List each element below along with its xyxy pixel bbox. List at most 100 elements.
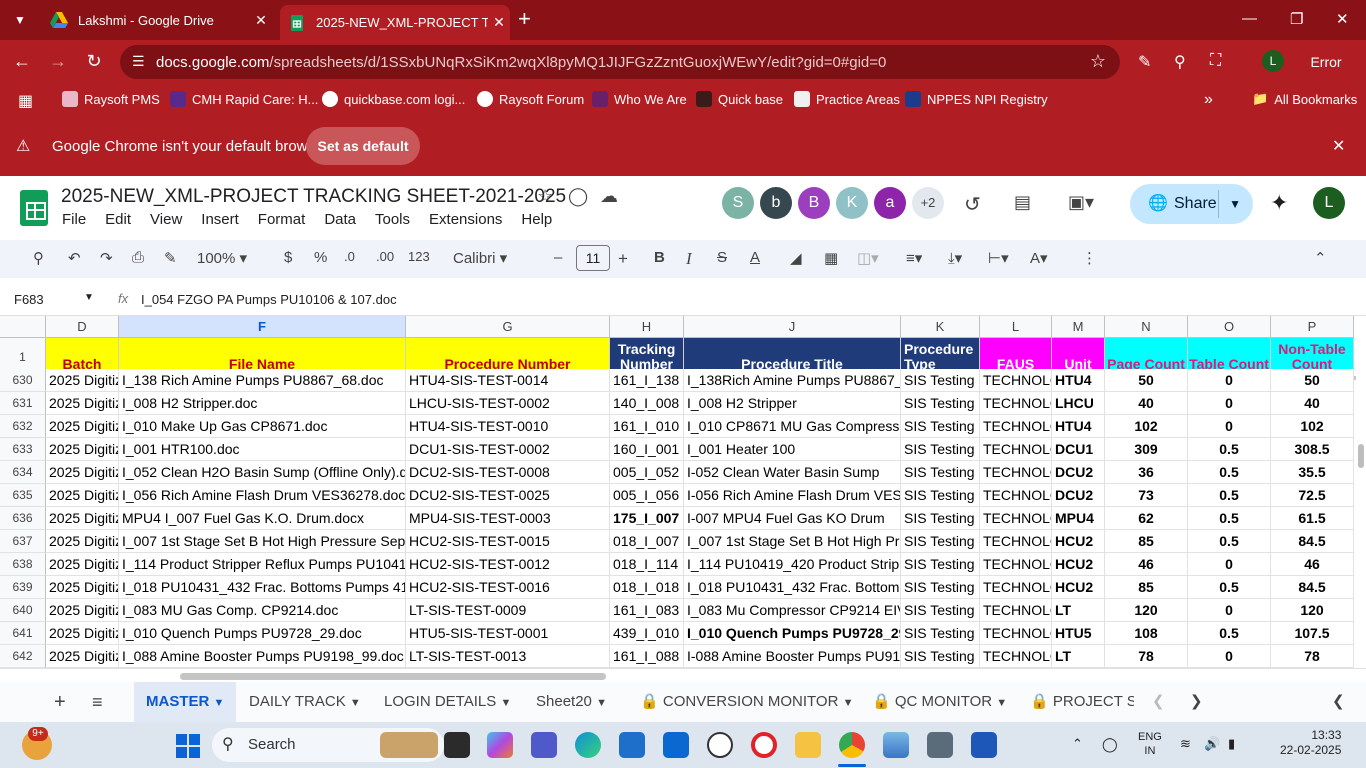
edge-icon[interactable] — [575, 732, 601, 758]
column-header-k[interactable]: K — [901, 316, 980, 338]
column-header-f[interactable]: F — [119, 316, 406, 338]
cell-track[interactable]: 439_I_010 — [610, 622, 684, 645]
row-header[interactable]: 638 — [0, 553, 46, 576]
cell-table[interactable]: 0.5 — [1188, 622, 1271, 645]
cell-faus[interactable]: TECHNOLO — [980, 645, 1052, 668]
close-tab-icon[interactable]: ✕ — [250, 12, 272, 29]
cell-pages[interactable]: 50 — [1105, 369, 1188, 392]
cell-table[interactable]: 0 — [1188, 369, 1271, 392]
cell-faus[interactable]: TECHNOLO — [980, 461, 1052, 484]
menu-insert[interactable]: Insert — [201, 211, 239, 228]
word-icon[interactable] — [971, 732, 997, 758]
collaborator-avatar[interactable]: B — [798, 187, 830, 219]
cell-proc[interactable]: DCU2-SIS-TEST-0008 — [406, 461, 610, 484]
cloud-status-icon[interactable]: ☁ — [600, 186, 618, 207]
cell-faus[interactable]: TECHNOLO — [980, 369, 1052, 392]
cell-pages[interactable]: 46 — [1105, 553, 1188, 576]
cell-title[interactable]: I_010 CP8671 MU Gas Compressor — [684, 415, 901, 438]
cell-table[interactable]: 0 — [1188, 553, 1271, 576]
cell-track[interactable]: 175_I_007 — [610, 507, 684, 530]
row-header[interactable]: 635 — [0, 484, 46, 507]
row-header[interactable]: 632 — [0, 415, 46, 438]
tab-search-button[interactable]: ▼ — [10, 10, 30, 30]
cell-title[interactable]: I_010 Quench Pumps PU9728_29 — [684, 622, 901, 645]
cell-table[interactable]: 0.5 — [1188, 576, 1271, 599]
paint-format-icon[interactable]: ✎ — [164, 249, 177, 267]
document-title[interactable]: 2025-NEW_XML-PROJECT TRACKING SHEET-2021… — [61, 186, 566, 208]
cell-file[interactable]: I_083 MU Gas Comp. CP9214.doc — [119, 599, 406, 622]
address-bar[interactable]: ☰ docs.google.com/spreadsheets/d/1SSxbUN… — [120, 45, 1120, 79]
cell-track[interactable]: 005_I_052 — [610, 461, 684, 484]
collaborator-avatar[interactable]: b — [760, 187, 792, 219]
new-tab-button[interactable]: + — [518, 8, 531, 30]
cell-type[interactable]: SIS Testing — [901, 576, 980, 599]
bookmark-star-icon[interactable]: ☆ — [1090, 51, 1106, 72]
menu-data[interactable]: Data — [324, 211, 356, 228]
close-tab-icon[interactable]: ✕ — [488, 14, 510, 31]
cell-file[interactable]: I_010 Quench Pumps PU9728_29.doc — [119, 622, 406, 645]
meet-icon[interactable]: ▣▾ — [1068, 192, 1094, 213]
cell-pages[interactable]: 108 — [1105, 622, 1188, 645]
cell-track[interactable]: 018_I_114 — [610, 553, 684, 576]
cell-file[interactable]: I_088 Amine Booster Pumps PU9198_99.doc — [119, 645, 406, 668]
weather-app-icon[interactable] — [883, 732, 909, 758]
vertical-scroll-thumb[interactable] — [1358, 444, 1364, 468]
cell-track[interactable]: 018_I_007 — [610, 530, 684, 553]
bookmark-item[interactable]: Quick base — [696, 91, 783, 107]
cell-unit[interactable]: DCU2 — [1052, 461, 1105, 484]
file-explorer-icon[interactable] — [795, 732, 821, 758]
cell-proc[interactable]: HCU2-SIS-TEST-0012 — [406, 553, 610, 576]
cell-track[interactable]: 160_I_001 — [610, 438, 684, 461]
cell-file[interactable]: I_056 Rich Amine Flash Drum VES36278.doc — [119, 484, 406, 507]
print-icon[interactable]: ⎙ — [132, 249, 144, 266]
extensions-icon[interactable]: ⛶ — [1210, 52, 1221, 70]
menu-help[interactable]: Help — [521, 211, 552, 228]
cell-track[interactable]: 161_I_088 — [610, 645, 684, 668]
cell-track[interactable]: 018_I_018 — [610, 576, 684, 599]
menu-file[interactable]: File — [62, 211, 86, 228]
collaborator-avatar[interactable]: S — [722, 187, 754, 219]
bookmark-item[interactable]: NPPES NPI Registry — [905, 91, 1048, 107]
cell-faus[interactable]: TECHNOLO — [980, 553, 1052, 576]
cell-pages[interactable]: 85 — [1105, 576, 1188, 599]
cell-type[interactable]: SIS Testing — [901, 645, 980, 668]
cell-unit[interactable]: LT — [1052, 645, 1105, 668]
all-sheets-icon[interactable]: ≡ — [92, 682, 103, 722]
close-infobar-icon[interactable]: ✕ — [1332, 136, 1345, 156]
cell-proc[interactable]: MPU4-SIS-TEST-0003 — [406, 507, 610, 530]
cell-type[interactable]: SIS Testing — [901, 369, 980, 392]
cell-nontable[interactable]: 84.5 — [1271, 576, 1354, 599]
zoom-select[interactable]: 100% ▾ — [197, 249, 247, 267]
spreadsheet-grid[interactable]: D F G H J K L M N O P 1 Batch File Name … — [0, 316, 1356, 668]
cell-proc[interactable]: HTU4-SIS-TEST-0014 — [406, 369, 610, 392]
row-header[interactable]: 640 — [0, 599, 46, 622]
bookmark-item[interactable]: Practice Areas — [794, 91, 900, 107]
increase-decimal-button[interactable]: .00 — [376, 249, 394, 264]
cell-faus[interactable]: TECHNOLO — [980, 622, 1052, 645]
cell-table[interactable]: 0 — [1188, 415, 1271, 438]
cell-batch[interactable]: 2025 Digitiz — [46, 438, 119, 461]
name-box[interactable]: F683 ▼ — [14, 292, 94, 307]
sheet-tab-qc-monitor[interactable]: 🔒 QC MONITOR ▼ — [872, 682, 1007, 722]
column-header-p[interactable]: P — [1271, 316, 1354, 338]
cell-table[interactable]: 0.5 — [1188, 461, 1271, 484]
teams-icon[interactable] — [531, 732, 557, 758]
decrease-font-size-icon[interactable]: – — [554, 249, 562, 266]
cell-batch[interactable]: 2025 Digitiz — [46, 530, 119, 553]
add-sheet-icon[interactable]: + — [54, 682, 66, 722]
cell-pages[interactable]: 73 — [1105, 484, 1188, 507]
cell-title[interactable]: I-052 Clean Water Basin Sump — [684, 461, 901, 484]
row-header[interactable]: 639 — [0, 576, 46, 599]
cell-table[interactable]: 0 — [1188, 599, 1271, 622]
cell-file[interactable]: I_007 1st Stage Set B Hot High Pressure … — [119, 530, 406, 553]
zoom-icon[interactable]: ⚲ — [1174, 52, 1186, 72]
more-collaborators[interactable]: +2 — [912, 187, 944, 219]
font-size-input[interactable]: 11 — [576, 245, 610, 271]
cell-proc[interactable]: LT-SIS-TEST-0009 — [406, 599, 610, 622]
cell-unit[interactable]: HTU5 — [1052, 622, 1105, 645]
cell-proc[interactable]: HTU4-SIS-TEST-0010 — [406, 415, 610, 438]
borders-icon[interactable]: ▦ — [824, 249, 838, 267]
cell-nontable[interactable]: 308.5 — [1271, 438, 1354, 461]
strikethrough-icon[interactable]: S — [717, 249, 727, 266]
show-hidden-icons[interactable]: ⌃ — [1072, 736, 1083, 752]
